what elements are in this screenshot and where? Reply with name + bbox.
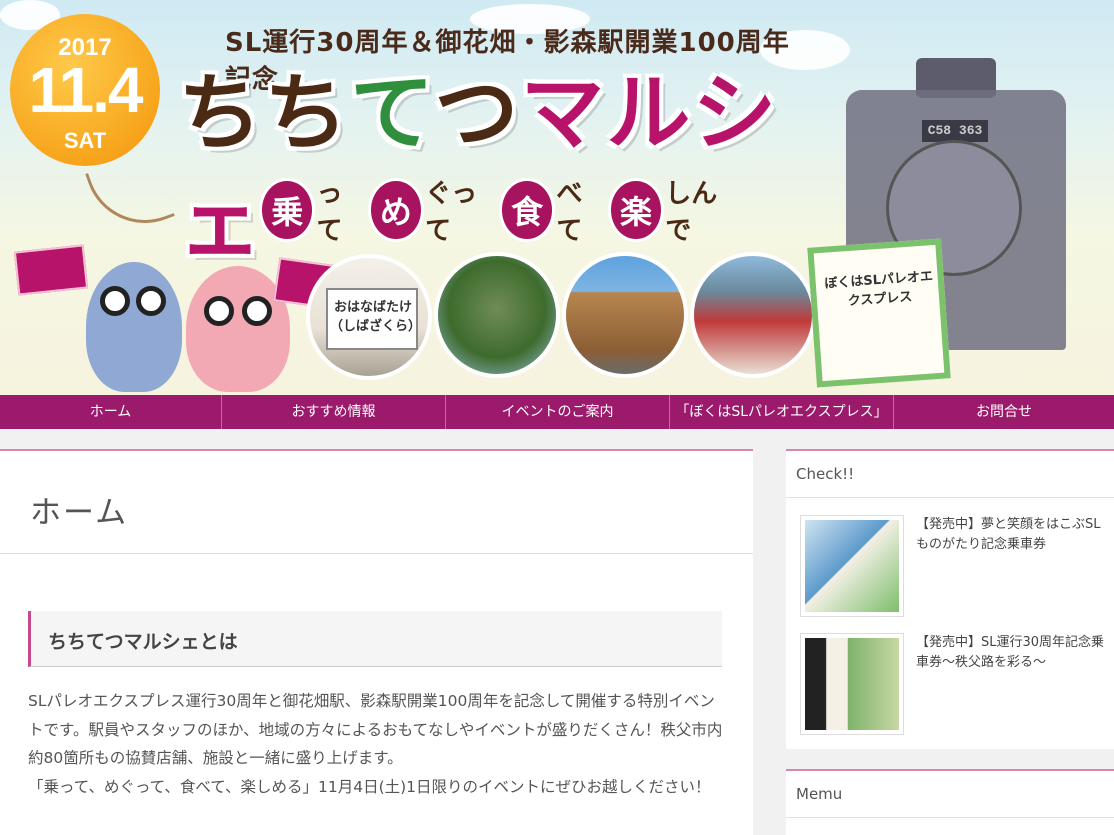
intro-paragraph-2: 「乗って、めぐって、食べて、楽しめる」11月4日(土)1日限りのイベントにぜひお… — [28, 777, 711, 796]
photo-station-sign: おはなばたけ（しばざくら） — [306, 254, 432, 380]
catch-circle-3: 食 — [501, 181, 553, 239]
date-balloon: 2017 11.4 SAT — [10, 14, 160, 166]
event-day: SAT — [63, 128, 107, 153]
section-header: ちちてつマルシェとは — [28, 611, 722, 667]
mascot-eye — [204, 296, 234, 326]
mascot-eye — [136, 286, 166, 316]
main-content: ホーム ちちてつマルシェとは SLパレオエクスプレス運行30周年と御花畑駅、影森… — [0, 449, 753, 835]
photo-shop — [690, 252, 816, 378]
check-widget: Check!! 【発売中】夢と笑顔をはこぶSLものがたり記念乗車券 【発売中】S… — [786, 449, 1114, 749]
page-title: ホーム — [30, 495, 129, 531]
book-title: ぼくはSLパレオエクスプレス — [824, 269, 934, 310]
mascot-blue — [86, 262, 182, 392]
divider — [0, 553, 753, 554]
catchphrase: 乗って めぐって 食べて 楽しんで — [262, 179, 742, 246]
catch-rest-3: べて — [556, 179, 583, 246]
title-part-1: ちち — [178, 64, 351, 162]
intro-text: SLパレオエクスプレス運行30周年と御花畑駅、影森駅開業100周年を記念して開催… — [28, 687, 724, 801]
catch-rest-4: しんで — [665, 179, 718, 246]
station-sign-text: おはなばたけ（しばざくら） — [330, 300, 422, 334]
widget-title: Memu — [796, 785, 843, 803]
catch-rest-1: って — [316, 179, 343, 246]
train-number-plate: C58 363 — [922, 120, 988, 142]
section-title: ちちてつマルシェとは — [48, 631, 238, 653]
event-date: 11.4 — [28, 54, 143, 126]
widget-title: Check!! — [796, 465, 855, 483]
mascot-eye — [100, 286, 130, 316]
post-thumbnail[interactable] — [800, 633, 904, 735]
mascot-eye — [242, 296, 272, 326]
photo-building — [562, 252, 688, 378]
divider — [786, 817, 1114, 818]
divider — [786, 497, 1114, 498]
photo-cliff — [434, 252, 560, 378]
catch-circle-2: め — [370, 181, 422, 239]
nav-paleo-express[interactable]: 「ぼくはSLパレオエクスプレス」 — [670, 395, 894, 429]
nav-recommended[interactable]: おすすめ情報 — [222, 395, 446, 429]
catch-circle-4: 楽 — [610, 181, 662, 239]
station-sign: おはなばたけ（しばざくら） — [326, 288, 422, 350]
header-banner[interactable]: 2017 11.4 SAT SL運行30周年＆御花畑・影森駅開業100周年記念 … — [0, 0, 1114, 395]
title-part-2: て — [350, 64, 435, 162]
mascot-flag — [13, 244, 89, 296]
post-thumbnail[interactable] — [800, 515, 904, 617]
menu-widget: Memu — [786, 769, 1114, 835]
post-link[interactable]: 【発売中】夢と笑顔をはこぶSLものがたり記念乗車券 — [916, 515, 1106, 555]
post-link[interactable]: 【発売中】SL運行30周年記念乗車券～秩父路を彩る～ — [916, 633, 1106, 673]
nav-contact[interactable]: お問合せ — [894, 395, 1114, 429]
post-item[interactable]: 【発売中】夢と笑顔をはこぶSLものがたり記念乗車券 — [800, 515, 1101, 617]
main-nav: ホーム おすすめ情報 イベントのご案内 「ぼくはSLパレオエクスプレス」 お問合… — [0, 395, 1114, 429]
intro-paragraph-1: SLパレオエクスプレス運行30周年と御花畑駅、影森駅開業100周年を記念して開催… — [28, 692, 723, 767]
nav-events[interactable]: イベントのご案内 — [446, 395, 670, 429]
catch-rest-2: ぐって — [425, 179, 478, 246]
thumbnail-image — [805, 520, 899, 612]
thumbnail-image — [805, 638, 899, 730]
nav-home[interactable]: ホーム — [0, 395, 222, 429]
post-item[interactable]: 【発売中】SL運行30周年記念乗車券～秩父路を彩る～ — [800, 633, 1104, 735]
event-title: ちちてつマルシェ — [178, 58, 838, 272]
catch-circle-1: 乗 — [262, 181, 313, 239]
picture-book: ぼくはSLパレオエクスプレス — [807, 238, 951, 388]
title-part-3: つ — [434, 64, 521, 162]
